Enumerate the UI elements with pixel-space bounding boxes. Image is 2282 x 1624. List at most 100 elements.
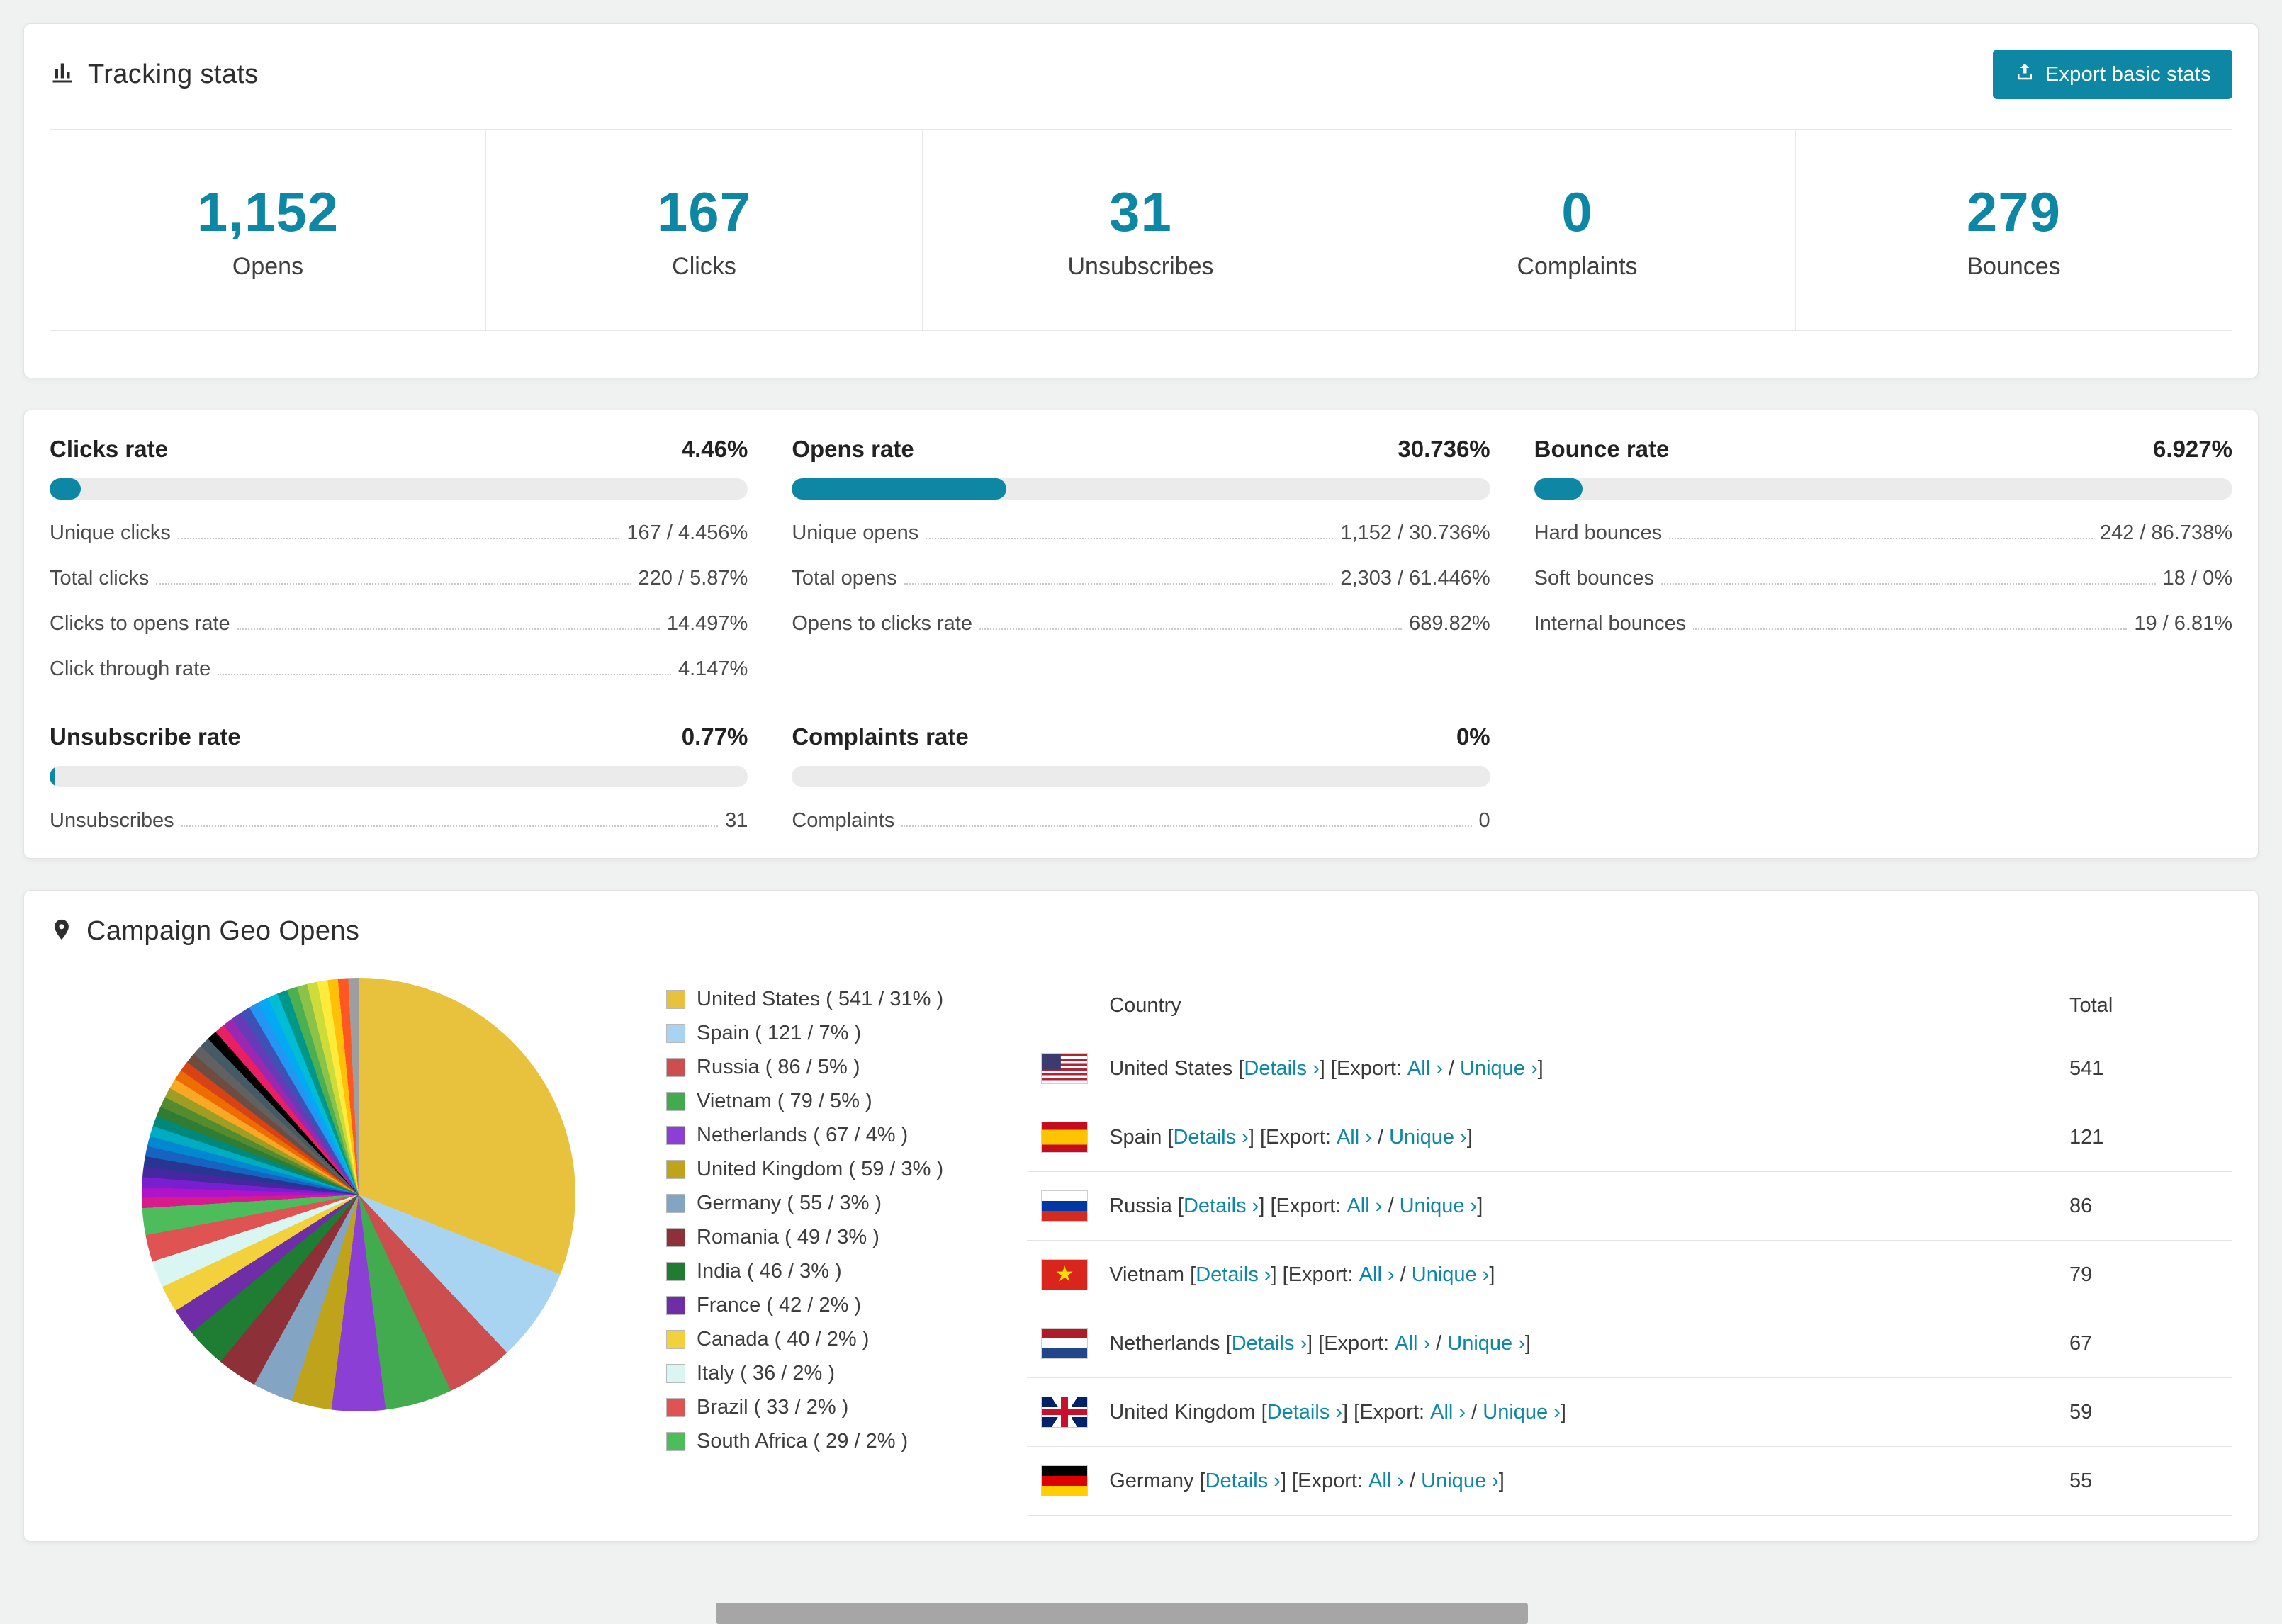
legend-swatch xyxy=(666,1092,685,1111)
stat-row-value: 220 / 5.87% xyxy=(639,567,748,590)
details-link[interactable]: Details › xyxy=(1232,1332,1307,1355)
bracket-text: [ xyxy=(1232,1057,1244,1081)
bracket-text: ] [ xyxy=(1320,1057,1337,1081)
export-all-link[interactable]: All › xyxy=(1368,1470,1404,1493)
bracket-text: / xyxy=(1372,1126,1389,1149)
geo-opens-title: Campaign Geo Opens xyxy=(86,916,359,947)
stat-row-label: Soft bounces xyxy=(1534,567,1654,590)
details-link[interactable]: Details › xyxy=(1244,1057,1319,1081)
export-unique-link[interactable]: Unique › xyxy=(1460,1057,1538,1081)
table-row-vietnam: Vietnam [Details ›] [Export: All › / Uni… xyxy=(1027,1241,2232,1309)
table-row-germany: Germany [Details ›] [Export: All › / Uni… xyxy=(1027,1447,2232,1516)
dotted-leader xyxy=(1693,628,2127,630)
legend-item-brazil[interactable]: Brazil ( 33 / 2% ) xyxy=(666,1396,943,1419)
table-row-spain: Spain [Details ›] [Export: All › / Uniqu… xyxy=(1027,1103,2232,1172)
country-name: United States xyxy=(1109,1057,1232,1081)
country-name: Spain xyxy=(1109,1126,1162,1149)
stat-row: Click through rate4.147% xyxy=(50,658,748,681)
export-all-link[interactable]: All › xyxy=(1359,1263,1395,1287)
rates-card: Clicks rate4.46%Unique clicks167 / 4.456… xyxy=(23,410,2259,859)
details-link[interactable]: Details › xyxy=(1173,1126,1248,1149)
dotted-leader xyxy=(178,538,620,539)
legend-item-india[interactable]: India ( 46 / 3% ) xyxy=(666,1260,943,1283)
legend-swatch xyxy=(666,1194,685,1213)
bracket-text: / xyxy=(1430,1332,1447,1355)
legend-item-united-kingdom[interactable]: United Kingdom ( 59 / 3% ) xyxy=(666,1158,943,1181)
geo-opens-header: Campaign Geo Opens xyxy=(50,916,2232,947)
legend-swatch xyxy=(666,1058,685,1077)
bracket-text: ] xyxy=(1477,1195,1483,1218)
dotted-leader xyxy=(218,674,671,675)
horizontal-scrollbar-thumb[interactable] xyxy=(716,1603,1528,1624)
stat-row-value: 1,152 / 30.736% xyxy=(1340,521,1490,545)
stat-row: Hard bounces 242 / 86.738% xyxy=(1534,521,2232,545)
geo-pie-chart[interactable] xyxy=(142,978,575,1411)
legend-item-france[interactable]: France ( 42 / 2% ) xyxy=(666,1294,943,1317)
stat-row: Soft bounces 18 / 0% xyxy=(1534,567,2232,590)
legend-item-netherlands[interactable]: Netherlands ( 67 / 4% ) xyxy=(666,1124,943,1147)
export-unique-link[interactable]: Unique › xyxy=(1412,1263,1490,1287)
details-link[interactable]: Details › xyxy=(1196,1263,1271,1287)
bracket-text: ] [ xyxy=(1307,1332,1324,1355)
legend-label: Canada ( 40 / 2% ) xyxy=(697,1328,869,1351)
export-all-link[interactable]: All › xyxy=(1337,1126,1372,1149)
legend-item-united-states[interactable]: United States ( 541 / 31% ) xyxy=(666,988,943,1011)
details-link[interactable]: Details › xyxy=(1205,1470,1281,1493)
geo-table-header: Country Total xyxy=(1027,978,2232,1034)
country-total: 121 xyxy=(2069,1126,2232,1149)
country-total: 55 xyxy=(2069,1470,2232,1493)
stat-row-label: Click through rate xyxy=(50,658,210,681)
stat-label: Opens xyxy=(232,253,303,281)
legend-item-romania[interactable]: Romania ( 49 / 3% ) xyxy=(666,1226,943,1249)
export-all-link[interactable]: All › xyxy=(1395,1332,1430,1355)
stat-row-value: 242 / 86.738% xyxy=(2100,521,2232,545)
stat-row-value: 0 xyxy=(1479,809,1490,833)
stat-row-value: 31 xyxy=(725,809,748,833)
bracket-text: ] [ xyxy=(1342,1401,1359,1424)
export-unique-link[interactable]: Unique › xyxy=(1483,1401,1561,1424)
country-total: 67 xyxy=(2069,1332,2232,1355)
details-link[interactable]: Details › xyxy=(1184,1195,1259,1218)
stat-row-value: 19 / 6.81% xyxy=(2134,612,2232,636)
vn-flag-icon xyxy=(1041,1259,1088,1290)
export-unique-link[interactable]: Unique › xyxy=(1447,1332,1525,1355)
stat-row-value: 18 / 0% xyxy=(2163,567,2232,590)
export-all-link[interactable]: All › xyxy=(1347,1195,1382,1218)
stat-row: Total clicks 220 / 5.87% xyxy=(50,567,748,590)
details-link[interactable]: Details › xyxy=(1267,1401,1342,1424)
export-basic-stats-button[interactable]: Export basic stats xyxy=(1993,50,2232,99)
dashboard: Tracking stats Export basic stats 1,152O… xyxy=(0,0,2282,1542)
geo-legend: United States ( 541 / 31% ) Spain ( 121 /… xyxy=(666,988,943,1464)
export-all-link[interactable]: All › xyxy=(1430,1401,1466,1424)
stat-value: 31 xyxy=(1109,180,1172,244)
stat-row-value: 689.82% xyxy=(1409,612,1490,636)
export-unique-link[interactable]: Unique › xyxy=(1389,1126,1467,1149)
legend-item-germany[interactable]: Germany ( 55 / 3% ) xyxy=(666,1192,943,1215)
legend-item-russia[interactable]: Russia ( 86 / 5% ) xyxy=(666,1056,943,1079)
bracket-text: Export: xyxy=(1359,1401,1430,1424)
table-row-united-kingdom: United Kingdom [Details ›] [Export: All … xyxy=(1027,1378,2232,1447)
bracket-text: Export: xyxy=(1298,1470,1368,1493)
country-column-header: Country xyxy=(1041,994,2069,1017)
export-all-link[interactable]: All › xyxy=(1407,1057,1443,1081)
legend-item-italy[interactable]: Italy ( 36 / 2% ) xyxy=(666,1362,943,1385)
stat-row-label: Total clicks xyxy=(50,567,149,590)
export-unique-link[interactable]: Unique › xyxy=(1421,1470,1499,1493)
table-row-united-states: United States [Details ›] [Export: All ›… xyxy=(1027,1034,2232,1103)
bracket-text: Export: xyxy=(1266,1126,1337,1149)
legend-item-vietnam[interactable]: Vietnam ( 79 / 5% ) xyxy=(666,1090,943,1113)
legend-item-canada[interactable]: Canada ( 40 / 2% ) xyxy=(666,1328,943,1351)
rate-block-clicks-rate: Clicks rate4.46%Unique clicks167 / 4.456… xyxy=(50,436,748,681)
legend-label: South Africa ( 29 / 2% ) xyxy=(697,1430,908,1453)
legend-item-spain[interactable]: Spain ( 121 / 7% ) xyxy=(666,1022,943,1045)
stat-row-label: Clicks to opens rate xyxy=(50,612,230,636)
stat-row-value: 167 / 4.456% xyxy=(626,521,748,545)
dotted-leader xyxy=(926,538,1333,539)
stat-row-label: Hard bounces xyxy=(1534,521,1663,545)
stat-row-label: Complaints xyxy=(792,809,894,833)
legend-item-south-africa[interactable]: South Africa ( 29 / 2% ) xyxy=(666,1430,943,1453)
dotted-leader xyxy=(1669,538,2093,539)
export-unique-link[interactable]: Unique › xyxy=(1400,1195,1478,1218)
stat-label: Unsubscribes xyxy=(1068,253,1214,281)
rate-label: Clicks rate xyxy=(50,436,168,463)
